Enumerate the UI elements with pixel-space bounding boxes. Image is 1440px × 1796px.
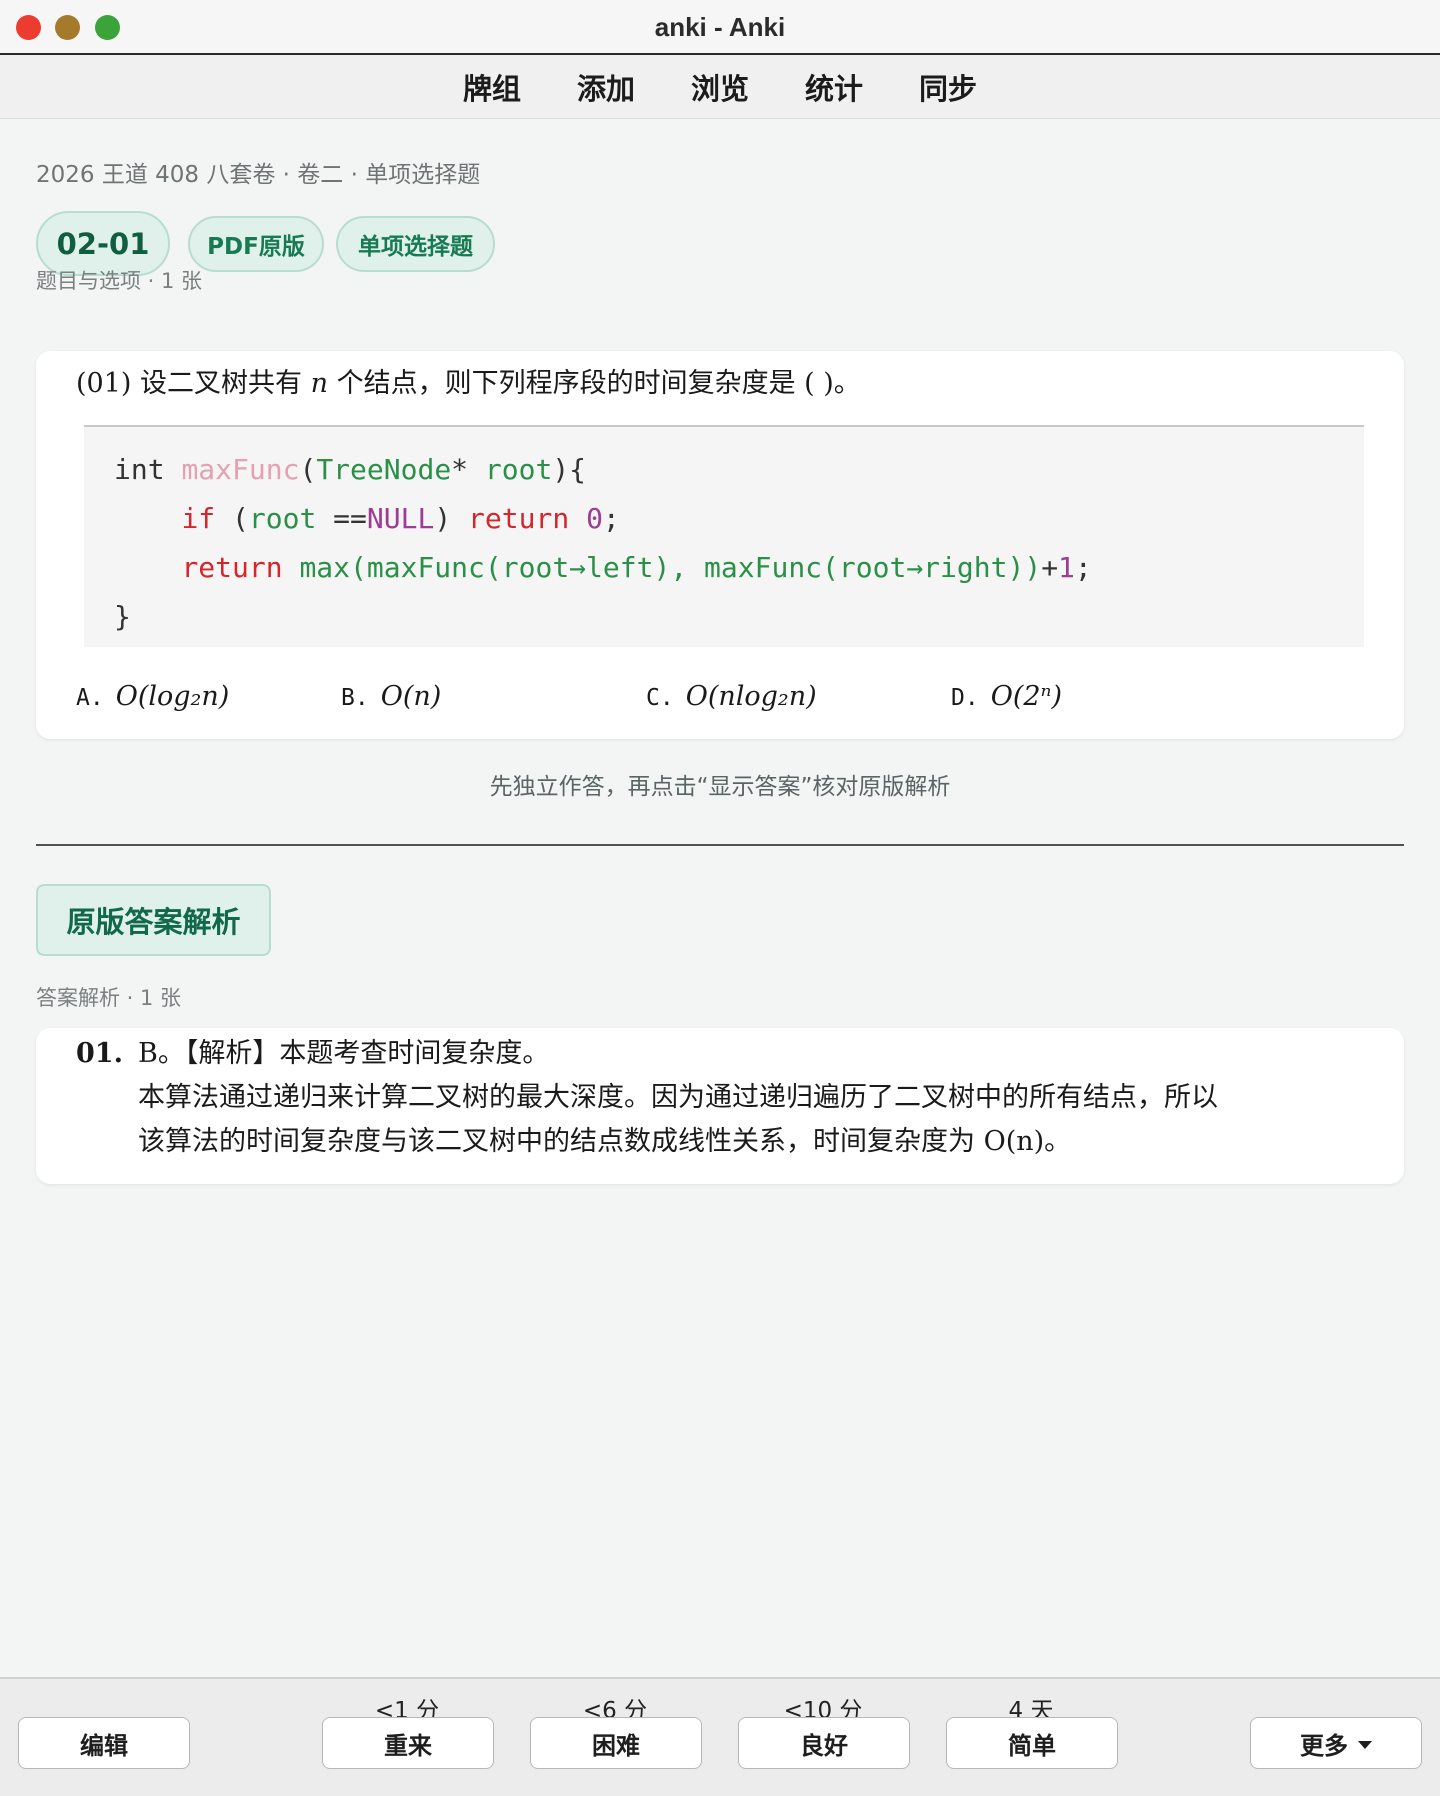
answer-section-label: 答案解析 · 1 张 xyxy=(36,986,182,1010)
question-type-badge: 单项选择题 xyxy=(336,216,495,272)
edit-button[interactable]: 编辑 xyxy=(18,1717,190,1769)
easy-button[interactable]: 简单 xyxy=(946,1717,1118,1769)
good-button[interactable]: 良好 xyxy=(738,1717,910,1769)
nav-sync[interactable]: 同步 xyxy=(919,66,977,108)
question-section-label: 题目与选项 · 1 张 xyxy=(36,269,203,293)
title-bar: anki - Anki xyxy=(0,0,1440,55)
answer-number: 01. xyxy=(76,1038,123,1069)
main-toolbar: 牌组 添加 浏览 统计 同步 xyxy=(0,55,1440,119)
option-c: C. O(nlog₂n) xyxy=(646,681,817,712)
answer-explanation: 01. B。【解析】本题考查时间复杂度。 本算法通过递归来计算二叉树的最大深度。因… xyxy=(76,1032,1400,1164)
question-card: (01) 设二叉树共有 n 个结点，则下列程序段的时间复杂度是 ( )。 int… xyxy=(36,351,1404,739)
review-bar: <1 分 <6 分 <10 分 4 天 编辑 重来 困难 良好 简单 更多 xyxy=(0,1677,1440,1796)
again-button[interactable]: 重来 xyxy=(322,1717,494,1769)
nav-decks[interactable]: 牌组 xyxy=(463,66,521,108)
code-line-2: if (root ==NULL) return 0; xyxy=(181,502,620,535)
nav-add[interactable]: 添加 xyxy=(577,66,635,108)
hard-button[interactable]: 困难 xyxy=(530,1717,702,1769)
nav-browse[interactable]: 浏览 xyxy=(691,66,749,108)
more-button[interactable]: 更多 xyxy=(1250,1717,1422,1769)
option-b: B. O(n) xyxy=(341,681,442,712)
answer-card: 01. B。【解析】本题考查时间复杂度。 本算法通过递归来计算二叉树的最大深度。因… xyxy=(36,1028,1404,1184)
nav-stats[interactable]: 统计 xyxy=(805,66,863,108)
option-d: D. O(2ⁿ) xyxy=(951,681,1063,712)
window-title: anki - Anki xyxy=(654,12,786,42)
deck-path: 2026 王道 408 八套卷 · 卷二 · 单项选择题 xyxy=(36,162,481,188)
source-badge: PDF原版 xyxy=(188,216,324,272)
code-line-1: int maxFunc(TreeNode* root){ xyxy=(114,453,587,486)
answer-heading: 原版答案解析 xyxy=(36,884,271,956)
question-text: (01) 设二叉树共有 n 个结点，则下列程序段的时间复杂度是 ( )。 xyxy=(76,368,861,399)
code-line-4: } xyxy=(114,600,131,633)
code-line-3: return max(maxFunc(root→left), maxFunc(r… xyxy=(181,551,1092,584)
caret-down-icon xyxy=(1358,1741,1372,1749)
answer-divider xyxy=(36,844,1404,846)
code-block: int maxFunc(TreeNode* root){ if (root ==… xyxy=(84,425,1364,647)
answer-hint: 先独立作答，再点击“显示答案”核对原版解析 xyxy=(489,774,951,800)
option-a: A. O(log₂n) xyxy=(76,681,230,712)
answer-options: A. O(log₂n) B. O(n) C. O(nlog₂n) D. O(2ⁿ) xyxy=(76,681,1366,725)
